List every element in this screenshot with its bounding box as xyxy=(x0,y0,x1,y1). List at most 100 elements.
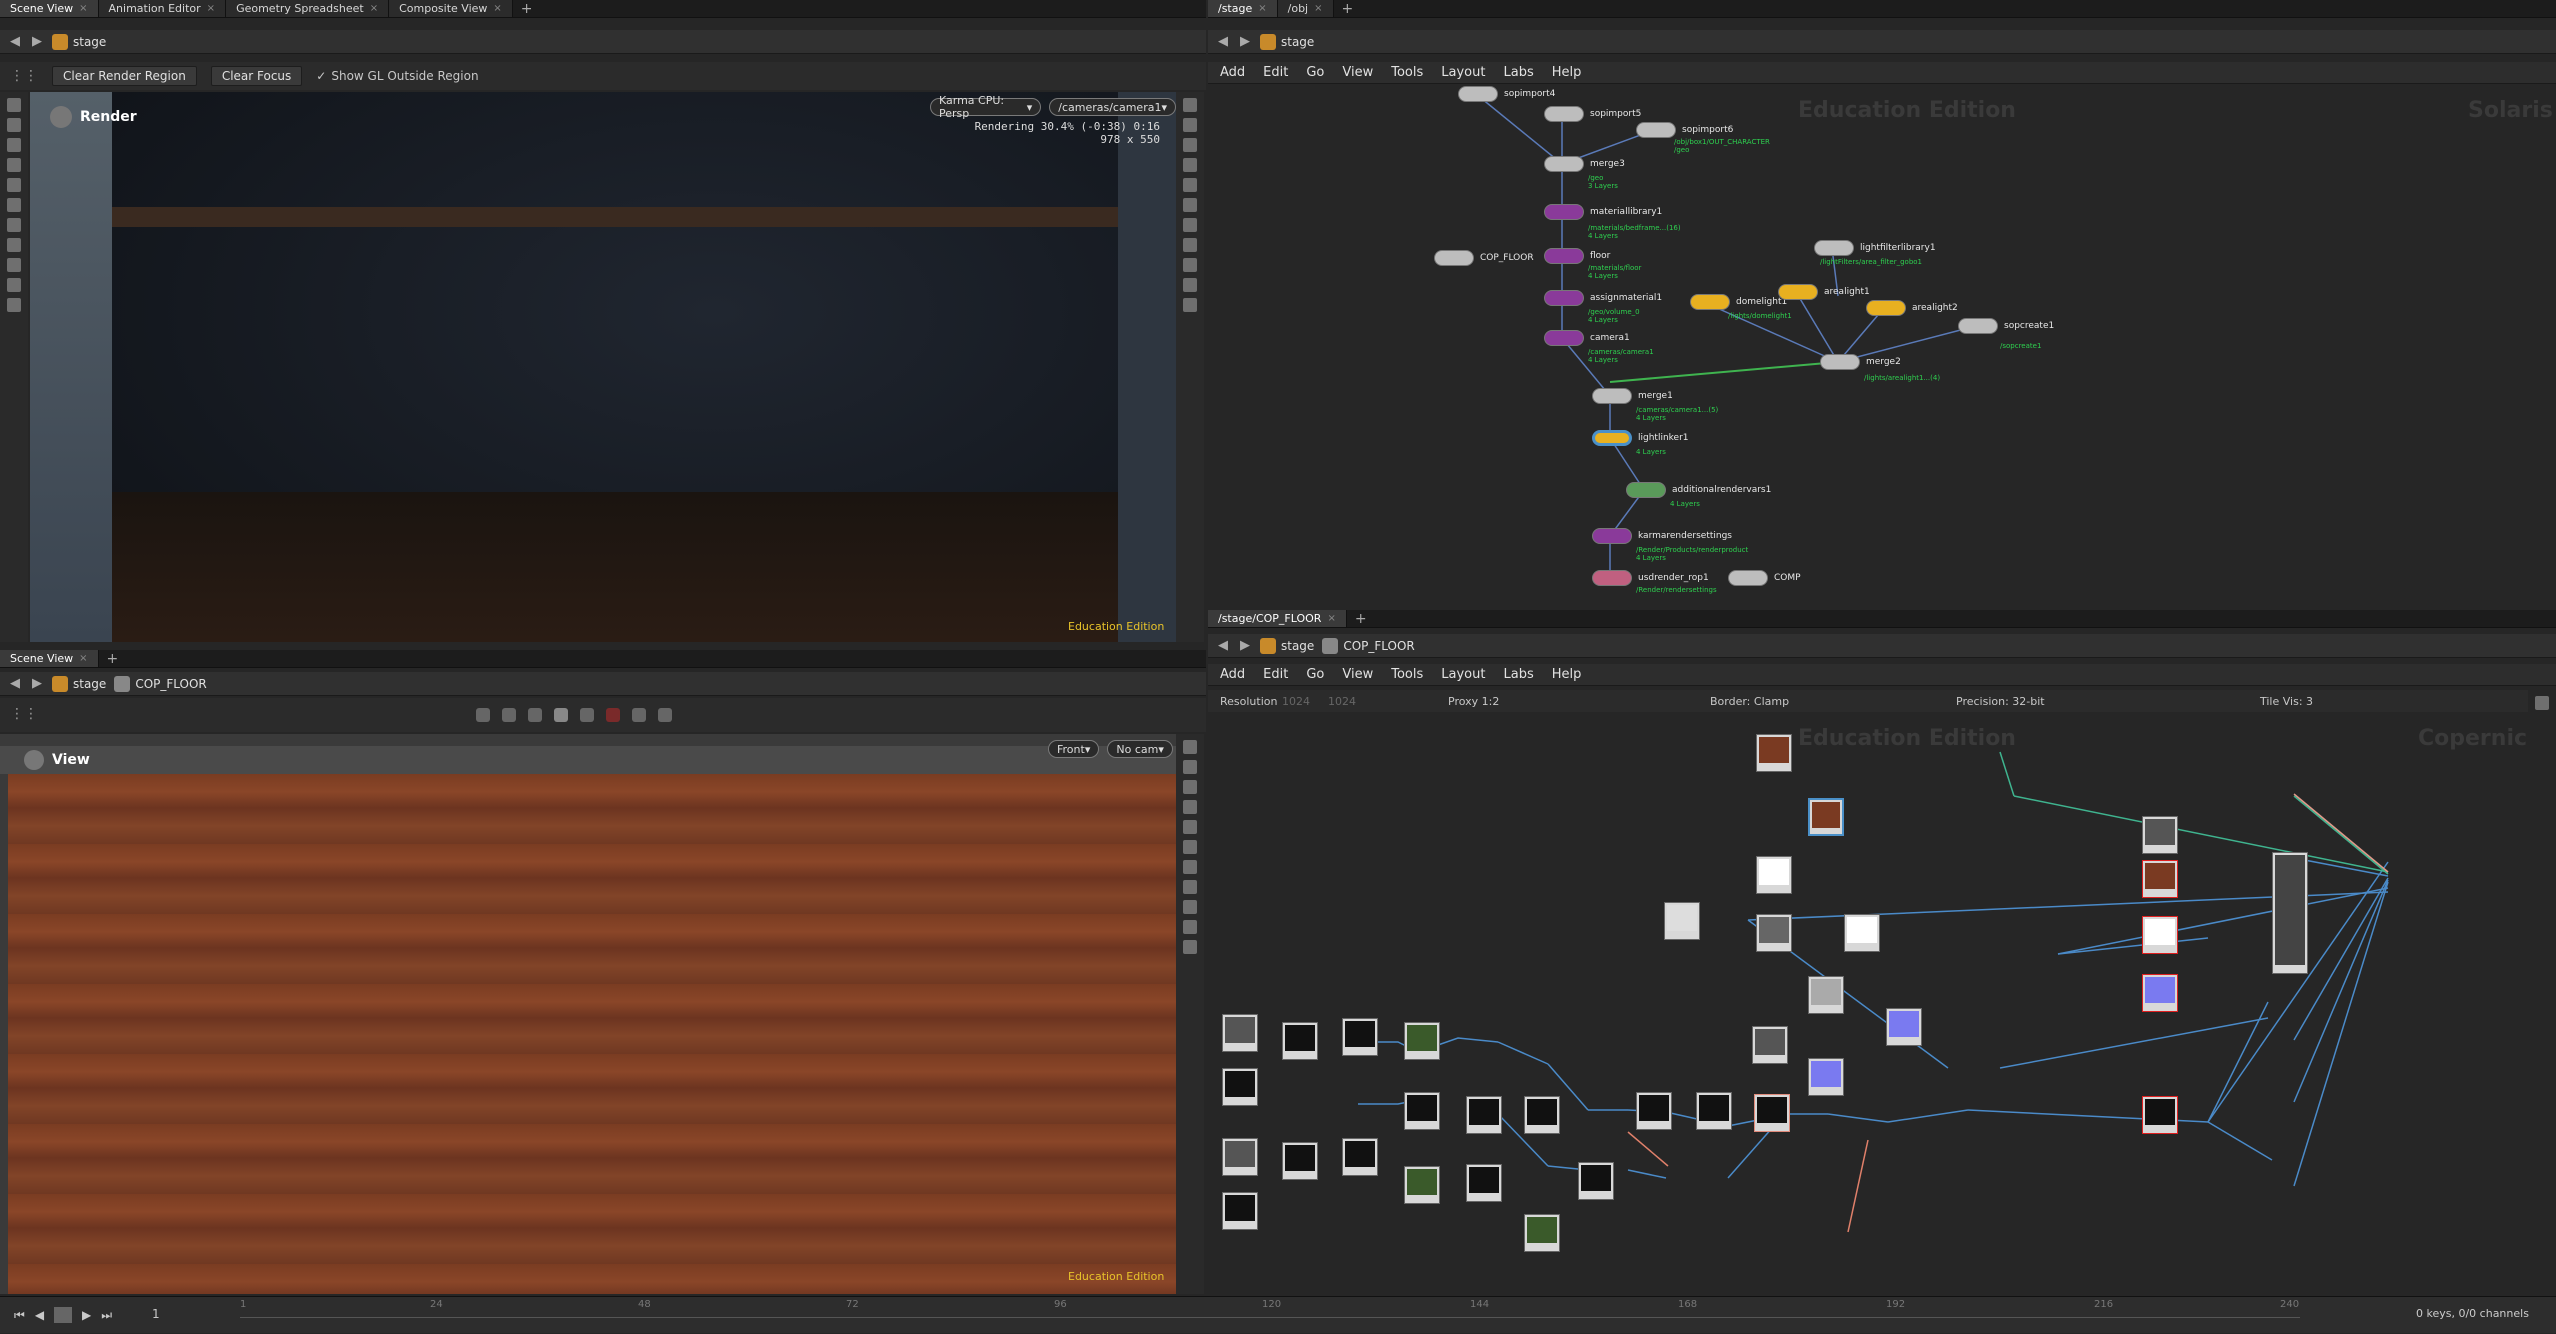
cop-output-node[interactable] xyxy=(2272,852,2308,974)
add-tab-button[interactable]: + xyxy=(99,650,127,667)
cop-node[interactable] xyxy=(1756,856,1792,894)
node-assignmaterial1[interactable]: assignmaterial1 xyxy=(1544,290,1662,306)
cop-node[interactable] xyxy=(1808,976,1844,1014)
snapshot-icon[interactable] xyxy=(1183,258,1197,272)
node-karmarendersettings[interactable]: karmarendersettings xyxy=(1592,528,1732,544)
renderer-menu[interactable]: Karma CPU: Persp ▾ xyxy=(930,94,1042,120)
node-merge3[interactable]: merge3 xyxy=(1544,156,1625,172)
select-tool-icon[interactable] xyxy=(7,98,21,112)
cop-node[interactable] xyxy=(1524,1214,1560,1252)
camera-icon[interactable] xyxy=(1183,760,1197,774)
light-toggle-icon[interactable] xyxy=(1183,820,1197,834)
menu-view[interactable]: View xyxy=(1342,65,1373,80)
path-stage[interactable]: stage xyxy=(1260,33,1314,50)
node-sopimport4[interactable]: sopimport4 xyxy=(1458,86,1555,102)
cop-node[interactable] xyxy=(1466,1096,1502,1134)
snapshot-icon[interactable] xyxy=(632,708,646,722)
menu-view[interactable]: View xyxy=(1342,667,1373,682)
forward-arrow-icon[interactable]: ▶ xyxy=(30,676,44,691)
snapshot-icon[interactable] xyxy=(1183,880,1197,894)
jump-end-icon[interactable]: ⏭ xyxy=(101,1308,112,1323)
path-stage[interactable]: stage xyxy=(52,33,106,50)
cop-node[interactable] xyxy=(1578,1162,1614,1200)
forward-arrow-icon[interactable]: ▶ xyxy=(1238,34,1252,49)
path-stage[interactable]: stage xyxy=(1260,637,1314,654)
lop-network-editor[interactable]: Education Edition Solaris sopimport4 sop… xyxy=(1208,86,2556,600)
cop-node[interactable] xyxy=(2142,816,2178,854)
menu-layout[interactable]: Layout xyxy=(1441,65,1485,80)
display-icon[interactable] xyxy=(1183,740,1197,754)
show-gl-checkbox[interactable]: ✓ Show GL Outside Region xyxy=(316,69,478,83)
add-tab-button[interactable]: + xyxy=(1334,0,1362,17)
select-icon[interactable] xyxy=(476,708,490,722)
close-icon[interactable]: × xyxy=(370,3,378,14)
camera-icon[interactable] xyxy=(1183,118,1197,132)
pin-icon[interactable] xyxy=(1183,158,1197,172)
lock-icon[interactable] xyxy=(1183,138,1197,152)
node-camera1[interactable]: camera1 xyxy=(1544,330,1630,346)
snap-icon[interactable] xyxy=(7,258,21,272)
node-sopcreate1[interactable]: sopcreate1 xyxy=(1958,318,2054,334)
view-mode-menu[interactable]: Front ▾ xyxy=(1048,740,1100,758)
cop-node[interactable] xyxy=(1754,1094,1790,1132)
display-icon[interactable] xyxy=(1183,98,1197,112)
grid-menu-icon[interactable]: ⋮⋮ xyxy=(10,706,38,722)
light-toggle-icon[interactable] xyxy=(1183,178,1197,192)
close-icon[interactable]: × xyxy=(1258,3,1266,14)
cop-node[interactable] xyxy=(1524,1096,1560,1134)
back-arrow-icon[interactable]: ◀ xyxy=(8,34,22,49)
shading-icon[interactable] xyxy=(1183,198,1197,212)
cop-node[interactable] xyxy=(1282,1022,1318,1060)
tab-cop-floor[interactable]: /stage/COP_FLOOR × xyxy=(1208,610,1347,627)
pen-icon[interactable] xyxy=(1183,920,1197,934)
close-icon[interactable]: × xyxy=(207,3,215,14)
cop-node[interactable] xyxy=(1752,1026,1788,1064)
camera-menu[interactable]: /cameras/camera1 ▾ xyxy=(1049,98,1176,116)
tab-scene-view[interactable]: Scene View × xyxy=(0,0,99,17)
camera-tool-icon[interactable] xyxy=(7,198,21,212)
cop-node[interactable] xyxy=(1222,1014,1258,1052)
wrench-icon[interactable] xyxy=(2535,696,2549,710)
menu-edit[interactable]: Edit xyxy=(1263,65,1288,80)
close-icon[interactable]: × xyxy=(1314,3,1322,14)
jump-start-icon[interactable]: ⏮ xyxy=(14,1308,25,1323)
menu-labs[interactable]: Labs xyxy=(1503,667,1533,682)
camera-icon[interactable] xyxy=(658,708,672,722)
node-materiallibrary1[interactable]: materiallibrary1 xyxy=(1544,204,1662,220)
pin-icon[interactable] xyxy=(1183,218,1197,232)
resolution-width[interactable]: 1024 xyxy=(1282,695,1310,708)
node-merge2[interactable]: merge2 xyxy=(1820,354,1901,370)
render-viewport[interactable]: Render Karma CPU: Persp ▾ /cameras/camer… xyxy=(30,92,1176,642)
menu-labs[interactable]: Labs xyxy=(1503,65,1533,80)
path-cop-floor[interactable]: COP_FLOOR xyxy=(1322,637,1415,654)
node-arealight2[interactable]: arealight2 xyxy=(1866,300,1958,316)
clear-render-region-button[interactable]: Clear Render Region xyxy=(52,66,197,86)
cop-node[interactable] xyxy=(1886,1008,1922,1046)
cop-node[interactable] xyxy=(1756,734,1792,772)
cop-node[interactable] xyxy=(1808,798,1844,836)
forward-arrow-icon[interactable]: ▶ xyxy=(30,34,44,49)
shading-icon[interactable] xyxy=(1183,840,1197,854)
node-floor[interactable]: floor xyxy=(1544,248,1610,264)
tile-vis-setting[interactable]: Tile Vis: 3 xyxy=(2260,695,2313,708)
border-setting[interactable]: Border: Clamp xyxy=(1710,695,1789,708)
menu-help[interactable]: Help xyxy=(1552,667,1582,682)
cop-node[interactable] xyxy=(2142,1096,2178,1134)
node-merge1[interactable]: merge1 xyxy=(1592,388,1673,404)
node-comp[interactable]: COMP xyxy=(1728,570,1801,586)
transform-icon[interactable] xyxy=(7,138,21,152)
cop-viewport[interactable]: View Front ▾ No cam ▾ Education Edition xyxy=(0,734,1176,1294)
stats-icon[interactable] xyxy=(1183,940,1197,954)
tab-animation-editor[interactable]: Animation Editor × xyxy=(98,0,227,17)
node-lightfilterlibrary1[interactable]: lightfilterlibrary1 xyxy=(1814,240,1936,256)
handle-icon[interactable] xyxy=(580,708,594,722)
node-additionalrendervars1[interactable]: additionalrendervars1 xyxy=(1626,482,1771,498)
cop-node[interactable] xyxy=(1696,1092,1732,1130)
timeline-ruler[interactable]: 1 24 48 72 96 120 144 168 192 216 240 xyxy=(240,1297,2300,1334)
grid-icon[interactable] xyxy=(1183,860,1197,874)
crop-icon[interactable] xyxy=(7,218,21,232)
node-sopimport6[interactable]: sopimport6 xyxy=(1636,122,1733,138)
cop-node[interactable] xyxy=(2142,974,2178,1012)
stats-icon[interactable] xyxy=(1183,298,1197,312)
node-cop-floor[interactable]: COP_FLOOR xyxy=(1434,250,1534,266)
